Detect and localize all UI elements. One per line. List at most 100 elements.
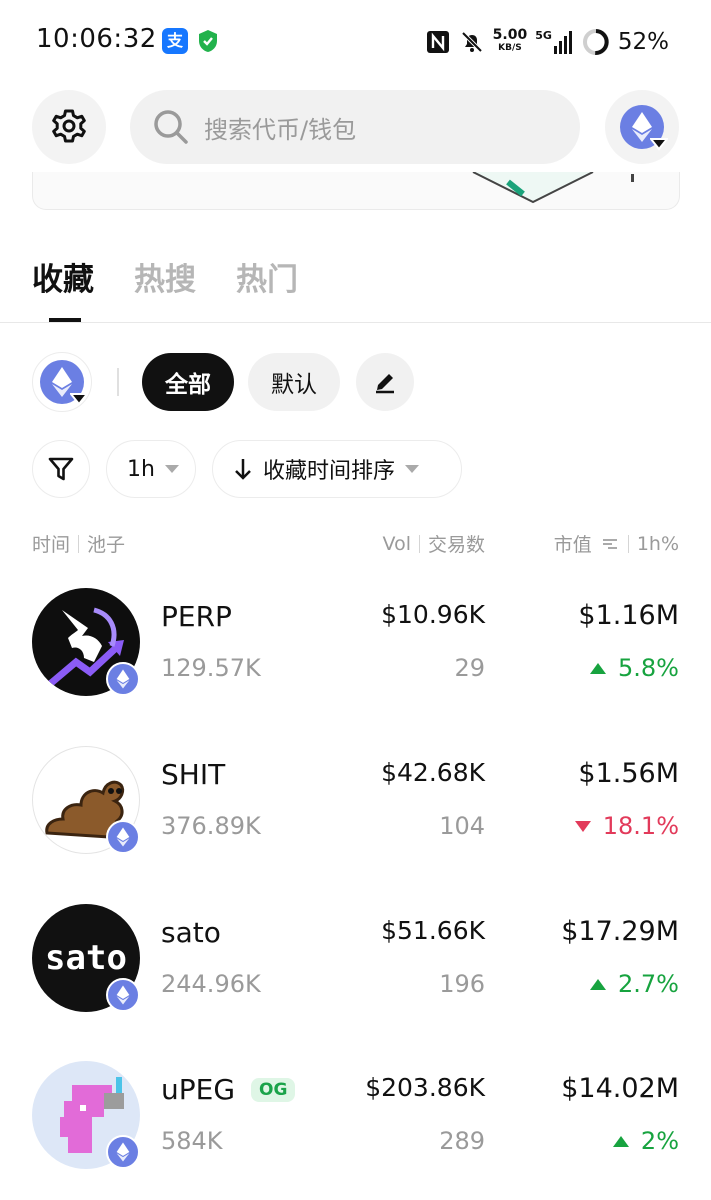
- triangle-up-icon: [612, 1135, 629, 1147]
- token-volume: $51.66K: [381, 916, 485, 945]
- chevron-down-icon: [70, 393, 88, 406]
- battery-percent: 52%: [617, 29, 669, 55]
- token-txns: 196: [439, 970, 485, 998]
- battery-ring-icon: [582, 29, 609, 55]
- triangle-up-icon: [590, 662, 607, 674]
- banner-illustration: [472, 172, 634, 204]
- col-change[interactable]: 1h%: [637, 533, 679, 555]
- chevron-down-icon: [650, 138, 668, 151]
- token-pool: 129.57K: [161, 654, 261, 682]
- token-row[interactable]: sato sato 244.96K $51.66K 196 $17.29M 2.…: [0, 904, 711, 1044]
- token-change: 5.8%: [590, 654, 679, 682]
- change-value: 18.1%: [602, 812, 679, 840]
- tab-trending-search[interactable]: 热搜: [134, 254, 196, 320]
- token-pool: 244.96K: [161, 970, 261, 998]
- sort-value: 收藏时间排序: [263, 459, 396, 484]
- triangle-up-icon: [590, 978, 607, 990]
- sort-toggle-icon[interactable]: [600, 534, 620, 554]
- tab-favorites[interactable]: 收藏: [32, 254, 94, 322]
- pencil-icon: [376, 374, 394, 394]
- change-value: 2.7%: [618, 970, 679, 998]
- net-speed-unit: KB/S: [498, 43, 522, 53]
- search-placeholder: 搜索代币/钱包: [204, 115, 357, 144]
- settings-button[interactable]: [32, 90, 106, 164]
- token-row[interactable]: uPEG OG 584K $203.86K 289 $14.02M 2%: [0, 1061, 711, 1200]
- token-change: 2.7%: [590, 970, 679, 998]
- token-symbol: sato: [161, 916, 221, 949]
- signal-5g: 5G: [535, 30, 574, 54]
- mute-bell-icon: [461, 31, 483, 53]
- triangle-down-icon: [574, 820, 591, 832]
- tabs-divider: [0, 322, 711, 323]
- chip-default[interactable]: 默认: [248, 353, 340, 411]
- col-mcap[interactable]: 市值: [554, 530, 592, 557]
- token-txns: 289: [439, 1127, 485, 1155]
- symbol-text: sato: [161, 916, 221, 949]
- token-txns: 29: [454, 654, 485, 682]
- token-symbol: PERP: [161, 600, 232, 633]
- token-market-cap: $14.02M: [561, 1073, 679, 1104]
- ethereum-icon: [40, 360, 88, 406]
- security-shield-icon: [199, 30, 217, 52]
- divider: [117, 368, 119, 396]
- ethereum-chain-icon: [106, 662, 140, 696]
- token-row[interactable]: SHIT 376.89K $42.68K 104 $1.56M 18.1%: [0, 746, 711, 886]
- search-input[interactable]: 搜索代币/钱包: [130, 90, 580, 164]
- column-header-left: 时间 池子: [32, 530, 125, 557]
- col-txns[interactable]: 交易数: [428, 530, 485, 557]
- token-volume: $10.96K: [381, 600, 485, 629]
- tab-bar: 收藏 热搜 热门: [32, 254, 298, 322]
- status-bar: 10:06:32 支 5.00 KB/S 5G 52%: [0, 0, 711, 82]
- ethereum-chain-icon: [106, 1135, 140, 1169]
- alipay-app-icon: 支: [162, 28, 188, 54]
- column-header-mid: Vol 交易数: [383, 530, 485, 557]
- column-header-right: 市值 1h%: [554, 530, 679, 557]
- timeframe-select[interactable]: 1h: [106, 440, 196, 498]
- col-vol[interactable]: Vol: [383, 533, 411, 555]
- promo-banner[interactable]: [32, 172, 680, 210]
- sort-select[interactable]: 收藏时间排序: [212, 440, 462, 498]
- header-separator: [78, 534, 80, 553]
- symbol-text: SHIT: [161, 758, 226, 791]
- change-value: 2%: [640, 1127, 679, 1155]
- token-row[interactable]: PERP 129.57K $10.96K 29 $1.16M 5.8%: [0, 588, 711, 728]
- token-pool: 584K: [161, 1127, 223, 1155]
- nfc-icon: [426, 31, 449, 53]
- symbol-text: PERP: [161, 600, 232, 633]
- caret-down-icon: [405, 465, 420, 473]
- chip-all[interactable]: 全部: [142, 353, 234, 411]
- change-value: 5.8%: [618, 654, 679, 682]
- token-market-cap: $1.56M: [578, 758, 679, 789]
- ethereum-chain-icon: [106, 978, 140, 1012]
- token-volume: $203.86K: [365, 1073, 485, 1102]
- col-pool[interactable]: 池子: [87, 530, 125, 557]
- token-change: 18.1%: [574, 812, 679, 840]
- token-market-cap: $17.29M: [561, 916, 679, 947]
- status-indicators: 5.00 KB/S 5G 52%: [425, 26, 669, 58]
- timeframe-value: 1h: [127, 456, 155, 482]
- token-market-cap: $1.16M: [578, 600, 679, 631]
- token-volume: $42.68K: [381, 758, 485, 787]
- token-symbol: SHIT: [161, 758, 225, 791]
- symbol-text: uPEG: [161, 1073, 236, 1106]
- chain-selector-button[interactable]: [605, 90, 679, 164]
- token-symbol: uPEG OG: [161, 1073, 296, 1106]
- tab-hot[interactable]: 热门: [236, 254, 298, 320]
- edit-button[interactable]: [356, 353, 414, 411]
- net-speed-value: 5.00: [492, 27, 528, 43]
- token-pool: 376.89K: [161, 812, 261, 840]
- funnel-icon: [48, 457, 74, 481]
- token-txns: 104: [439, 812, 485, 840]
- col-time[interactable]: 时间: [32, 530, 70, 557]
- og-badge: OG: [251, 1077, 296, 1102]
- header-separator: [418, 534, 420, 553]
- signal-bars-icon: [553, 31, 572, 54]
- filter-button[interactable]: [32, 440, 90, 498]
- gear-icon: [52, 109, 86, 143]
- avatar-logo-text: sato: [45, 938, 127, 978]
- chain-filter-button[interactable]: [32, 352, 92, 412]
- status-time: 10:06:32: [36, 24, 157, 54]
- caret-down-icon: [164, 465, 179, 473]
- ethereum-icon: [620, 105, 668, 151]
- token-change: 2%: [612, 1127, 679, 1155]
